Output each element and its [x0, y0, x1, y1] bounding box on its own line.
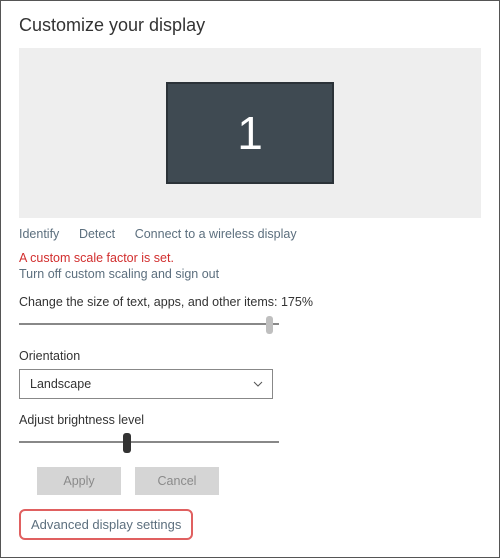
monitor-tile-1[interactable]: 1 [166, 82, 334, 184]
cancel-button[interactable]: Cancel [135, 467, 219, 495]
scale-slider-thumb[interactable] [266, 316, 273, 334]
turn-off-scaling-link[interactable]: Turn off custom scaling and sign out [19, 267, 481, 281]
brightness-label: Adjust brightness level [19, 413, 481, 427]
monitor-tile-label: 1 [237, 106, 263, 160]
chevron-down-icon [252, 378, 264, 390]
slider-track [19, 323, 279, 325]
detect-link[interactable]: Detect [79, 227, 115, 241]
brightness-slider[interactable] [19, 433, 279, 453]
orientation-value: Landscape [30, 377, 91, 391]
apply-button[interactable]: Apply [37, 467, 121, 495]
orientation-dropdown[interactable]: Landscape [19, 369, 273, 399]
orientation-label: Orientation [19, 349, 481, 363]
custom-scale-warning: A custom scale factor is set. [19, 251, 481, 265]
display-preview-area: 1 [19, 48, 481, 218]
scale-label: Change the size of text, apps, and other… [19, 295, 481, 309]
scale-slider[interactable] [19, 315, 279, 335]
page-title: Customize your display [19, 15, 481, 36]
brightness-slider-thumb[interactable] [123, 433, 131, 453]
slider-track [19, 441, 279, 443]
identify-link[interactable]: Identify [19, 227, 59, 241]
connect-wireless-display-link[interactable]: Connect to a wireless display [135, 227, 297, 241]
apply-cancel-row: Apply Cancel [37, 467, 481, 495]
advanced-display-settings-link[interactable]: Advanced display settings [19, 509, 193, 540]
display-link-row: Identify Detect Connect to a wireless di… [19, 226, 481, 241]
